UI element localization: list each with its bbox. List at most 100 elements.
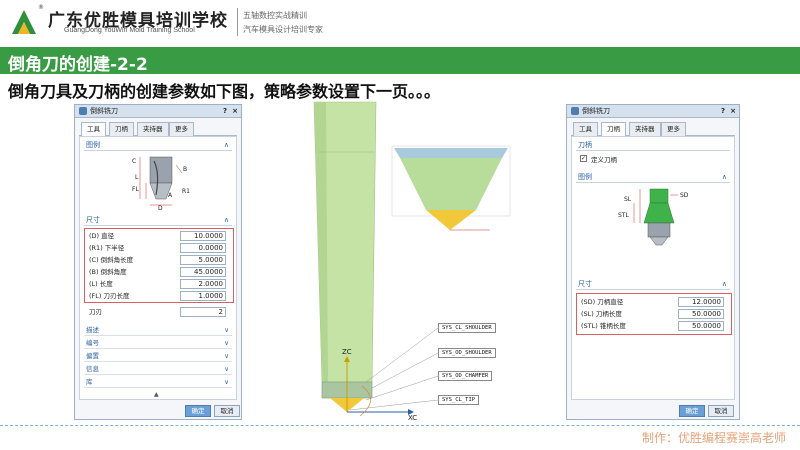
dialog-title: 倒斜铣刀 bbox=[582, 107, 610, 115]
holder-section-label: 刀柄 bbox=[578, 141, 592, 149]
chevron-up-icon: ∧ bbox=[223, 216, 229, 224]
section-library[interactable]: 库 ∨ bbox=[84, 377, 232, 388]
cancel-button[interactable]: 取消 bbox=[214, 405, 240, 417]
help-button[interactable]: ? bbox=[721, 105, 725, 118]
param-input[interactable]: 1.0000 bbox=[180, 291, 226, 301]
label-stl: STL bbox=[618, 212, 629, 219]
dialog-tabs: 工具 刀柄 夹持器 更多 bbox=[571, 122, 735, 137]
param-label: (SD) 刀柄直径 bbox=[581, 298, 624, 306]
param-input[interactable]: 10.0000 bbox=[180, 231, 226, 241]
param-row-holder-length: (SL) 刀柄长度 50.0000 bbox=[579, 309, 724, 320]
section-label: 描述 bbox=[86, 326, 99, 334]
chamfer-mill-holder-dialog: 倒斜铣刀 ? × 工具 刀柄 夹持器 更多 刀柄 ✓ 定义刀柄 图例 ∧ SD S… bbox=[566, 104, 740, 420]
chamfer-tool-diagram: L C FL B A R1 D bbox=[132, 156, 190, 211]
section-label: 信息 bbox=[86, 365, 99, 373]
param-row-length: (L) 长度 2.0000 bbox=[87, 279, 226, 290]
ok-button[interactable]: 确定 bbox=[679, 405, 705, 417]
chevron-down-icon: ∨ bbox=[224, 326, 229, 334]
tab-more[interactable]: 更多 bbox=[169, 122, 194, 136]
param-input[interactable]: 50.0000 bbox=[678, 309, 724, 319]
param-row-holder-diameter: (SD) 刀柄直径 12.0000 bbox=[579, 297, 724, 308]
holder-section-header[interactable]: 刀柄 bbox=[576, 139, 730, 151]
tab-tool[interactable]: 工具 bbox=[81, 122, 106, 137]
param-label: (SL) 刀柄长度 bbox=[581, 310, 622, 318]
param-label: (R1) 下半径 bbox=[89, 244, 125, 252]
holder-diagram: SD SL STL bbox=[618, 188, 689, 246]
slogan-line-2: 汽车模具设计培训专家 bbox=[243, 25, 323, 34]
param-label: (B) 倒斜角度 bbox=[89, 268, 127, 276]
slide-title: 倒角刀的创建-2-2 bbox=[8, 55, 148, 75]
illustration-section-label: 图例 bbox=[578, 173, 592, 181]
callout-od-chamfer: SYS_OD_CHAMFER bbox=[438, 371, 493, 381]
header-divider bbox=[237, 8, 238, 36]
param-row-chamfer-length: (C) 倒斜角长度 5.0000 bbox=[87, 255, 226, 266]
param-label: 刀刃 bbox=[89, 308, 102, 316]
callout-cl-tip: SYS_CL_TIP bbox=[438, 395, 480, 405]
help-button[interactable]: ? bbox=[223, 105, 227, 118]
dimensions-section-label: 尺寸 bbox=[86, 216, 100, 224]
axis-xc-label: XC bbox=[408, 414, 417, 422]
param-row-taper-length: (STL) 锥柄长度 50.0000 bbox=[579, 321, 724, 332]
chevron-down-icon: ∨ bbox=[224, 352, 229, 360]
param-label: (L) 长度 bbox=[89, 280, 113, 288]
param-input[interactable]: 0.0000 bbox=[180, 243, 226, 253]
tab-clamp[interactable]: 夹持器 bbox=[137, 122, 169, 136]
dialog-titlebar: 倒斜铣刀 ? × bbox=[75, 105, 241, 118]
section-offset[interactable]: 偏置 ∨ bbox=[84, 351, 232, 362]
holder-panel: 刀柄 ✓ 定义刀柄 图例 ∧ SD SL STL 尺寸 ∧ (SD) 刀柄直径 12.… bbox=[571, 136, 735, 400]
param-input[interactable]: 12.0000 bbox=[678, 297, 724, 307]
dialog-title: 倒斜铣刀 bbox=[90, 107, 118, 115]
brand-name-en: GuangDong YouWin Mold Training School bbox=[64, 27, 195, 34]
param-input[interactable]: 50.0000 bbox=[678, 321, 724, 331]
label-c: C bbox=[132, 158, 136, 165]
registered-mark: ® bbox=[38, 4, 44, 11]
dimensions-section-label: 尺寸 bbox=[578, 280, 592, 288]
axis-zc-label: ZC bbox=[342, 348, 352, 356]
param-row-flutes: 刀刃 2 bbox=[87, 307, 226, 318]
close-button[interactable]: × bbox=[232, 105, 238, 118]
dialog-icon bbox=[79, 107, 87, 115]
scroll-down-icon[interactable]: ▲ bbox=[154, 391, 159, 398]
define-holder-checkbox[interactable]: ✓ bbox=[580, 155, 587, 162]
section-description[interactable]: 描述 ∨ bbox=[84, 325, 232, 336]
dimensions-section-header[interactable]: 尺寸 ∧ bbox=[576, 278, 730, 290]
param-input[interactable]: 2.0000 bbox=[180, 279, 226, 289]
callout-od-shoulder: SYS_OD_SHOULDER bbox=[438, 348, 496, 358]
param-input[interactable]: 5.0000 bbox=[180, 255, 226, 265]
footer-credit: 制作：优胜编程赛崇高老师 bbox=[641, 431, 786, 445]
tab-more[interactable]: 更多 bbox=[661, 122, 686, 136]
label-b: B bbox=[183, 166, 187, 173]
dialog-titlebar: 倒斜铣刀 ? × bbox=[567, 105, 739, 118]
chevron-down-icon: ∨ bbox=[224, 339, 229, 347]
tool-3d-viewport[interactable]: ZC XC bbox=[300, 100, 550, 422]
flutes-input[interactable]: 2 bbox=[180, 307, 226, 317]
close-button[interactable]: × bbox=[730, 105, 736, 118]
tab-holder[interactable]: 刀柄 bbox=[601, 122, 626, 137]
param-input[interactable]: 45.0000 bbox=[180, 267, 226, 277]
tab-holder[interactable]: 刀柄 bbox=[109, 122, 134, 136]
label-r1: R1 bbox=[182, 188, 190, 195]
param-row-diameter: (D) 直径 10.0000 bbox=[87, 231, 226, 242]
callout-cl-shoulder: SYS_CL_SHOULDER bbox=[438, 323, 496, 333]
section-label: 编号 bbox=[86, 339, 99, 347]
label-fl: FL bbox=[132, 186, 139, 193]
tab-clamp[interactable]: 夹持器 bbox=[629, 122, 661, 136]
cancel-button[interactable]: 取消 bbox=[708, 405, 734, 417]
footer-divider bbox=[0, 425, 800, 426]
illustration-section-header[interactable]: 图例 ∧ bbox=[576, 171, 730, 183]
section-info[interactable]: 信息 ∨ bbox=[84, 364, 232, 375]
slogan-line-1: 五轴数控实战精训 bbox=[243, 11, 307, 20]
param-row-chamfer-angle: (B) 倒斜角度 45.0000 bbox=[87, 267, 226, 278]
label-d: D bbox=[158, 205, 163, 211]
label-a: A bbox=[168, 192, 173, 199]
dialog-tabs: 工具 刀柄 夹持器 更多 bbox=[79, 122, 237, 137]
tab-tool[interactable]: 工具 bbox=[573, 122, 598, 136]
param-label: (FL) 刀刃长度 bbox=[89, 292, 130, 300]
ok-button[interactable]: 确定 bbox=[185, 405, 211, 417]
section-number[interactable]: 编号 ∨ bbox=[84, 338, 232, 349]
param-row-lower-radius: (R1) 下半径 0.0000 bbox=[87, 243, 226, 254]
tool-panel: 图例 ∧ L C FL B A R1 D 尺寸 ∧ (D) 直径 10.0000 (R… bbox=[79, 136, 237, 400]
chevron-up-icon: ∧ bbox=[721, 173, 727, 181]
illustration-section-header[interactable]: 图例 ∧ bbox=[84, 139, 232, 151]
dimensions-section-header[interactable]: 尺寸 ∧ bbox=[84, 214, 232, 226]
